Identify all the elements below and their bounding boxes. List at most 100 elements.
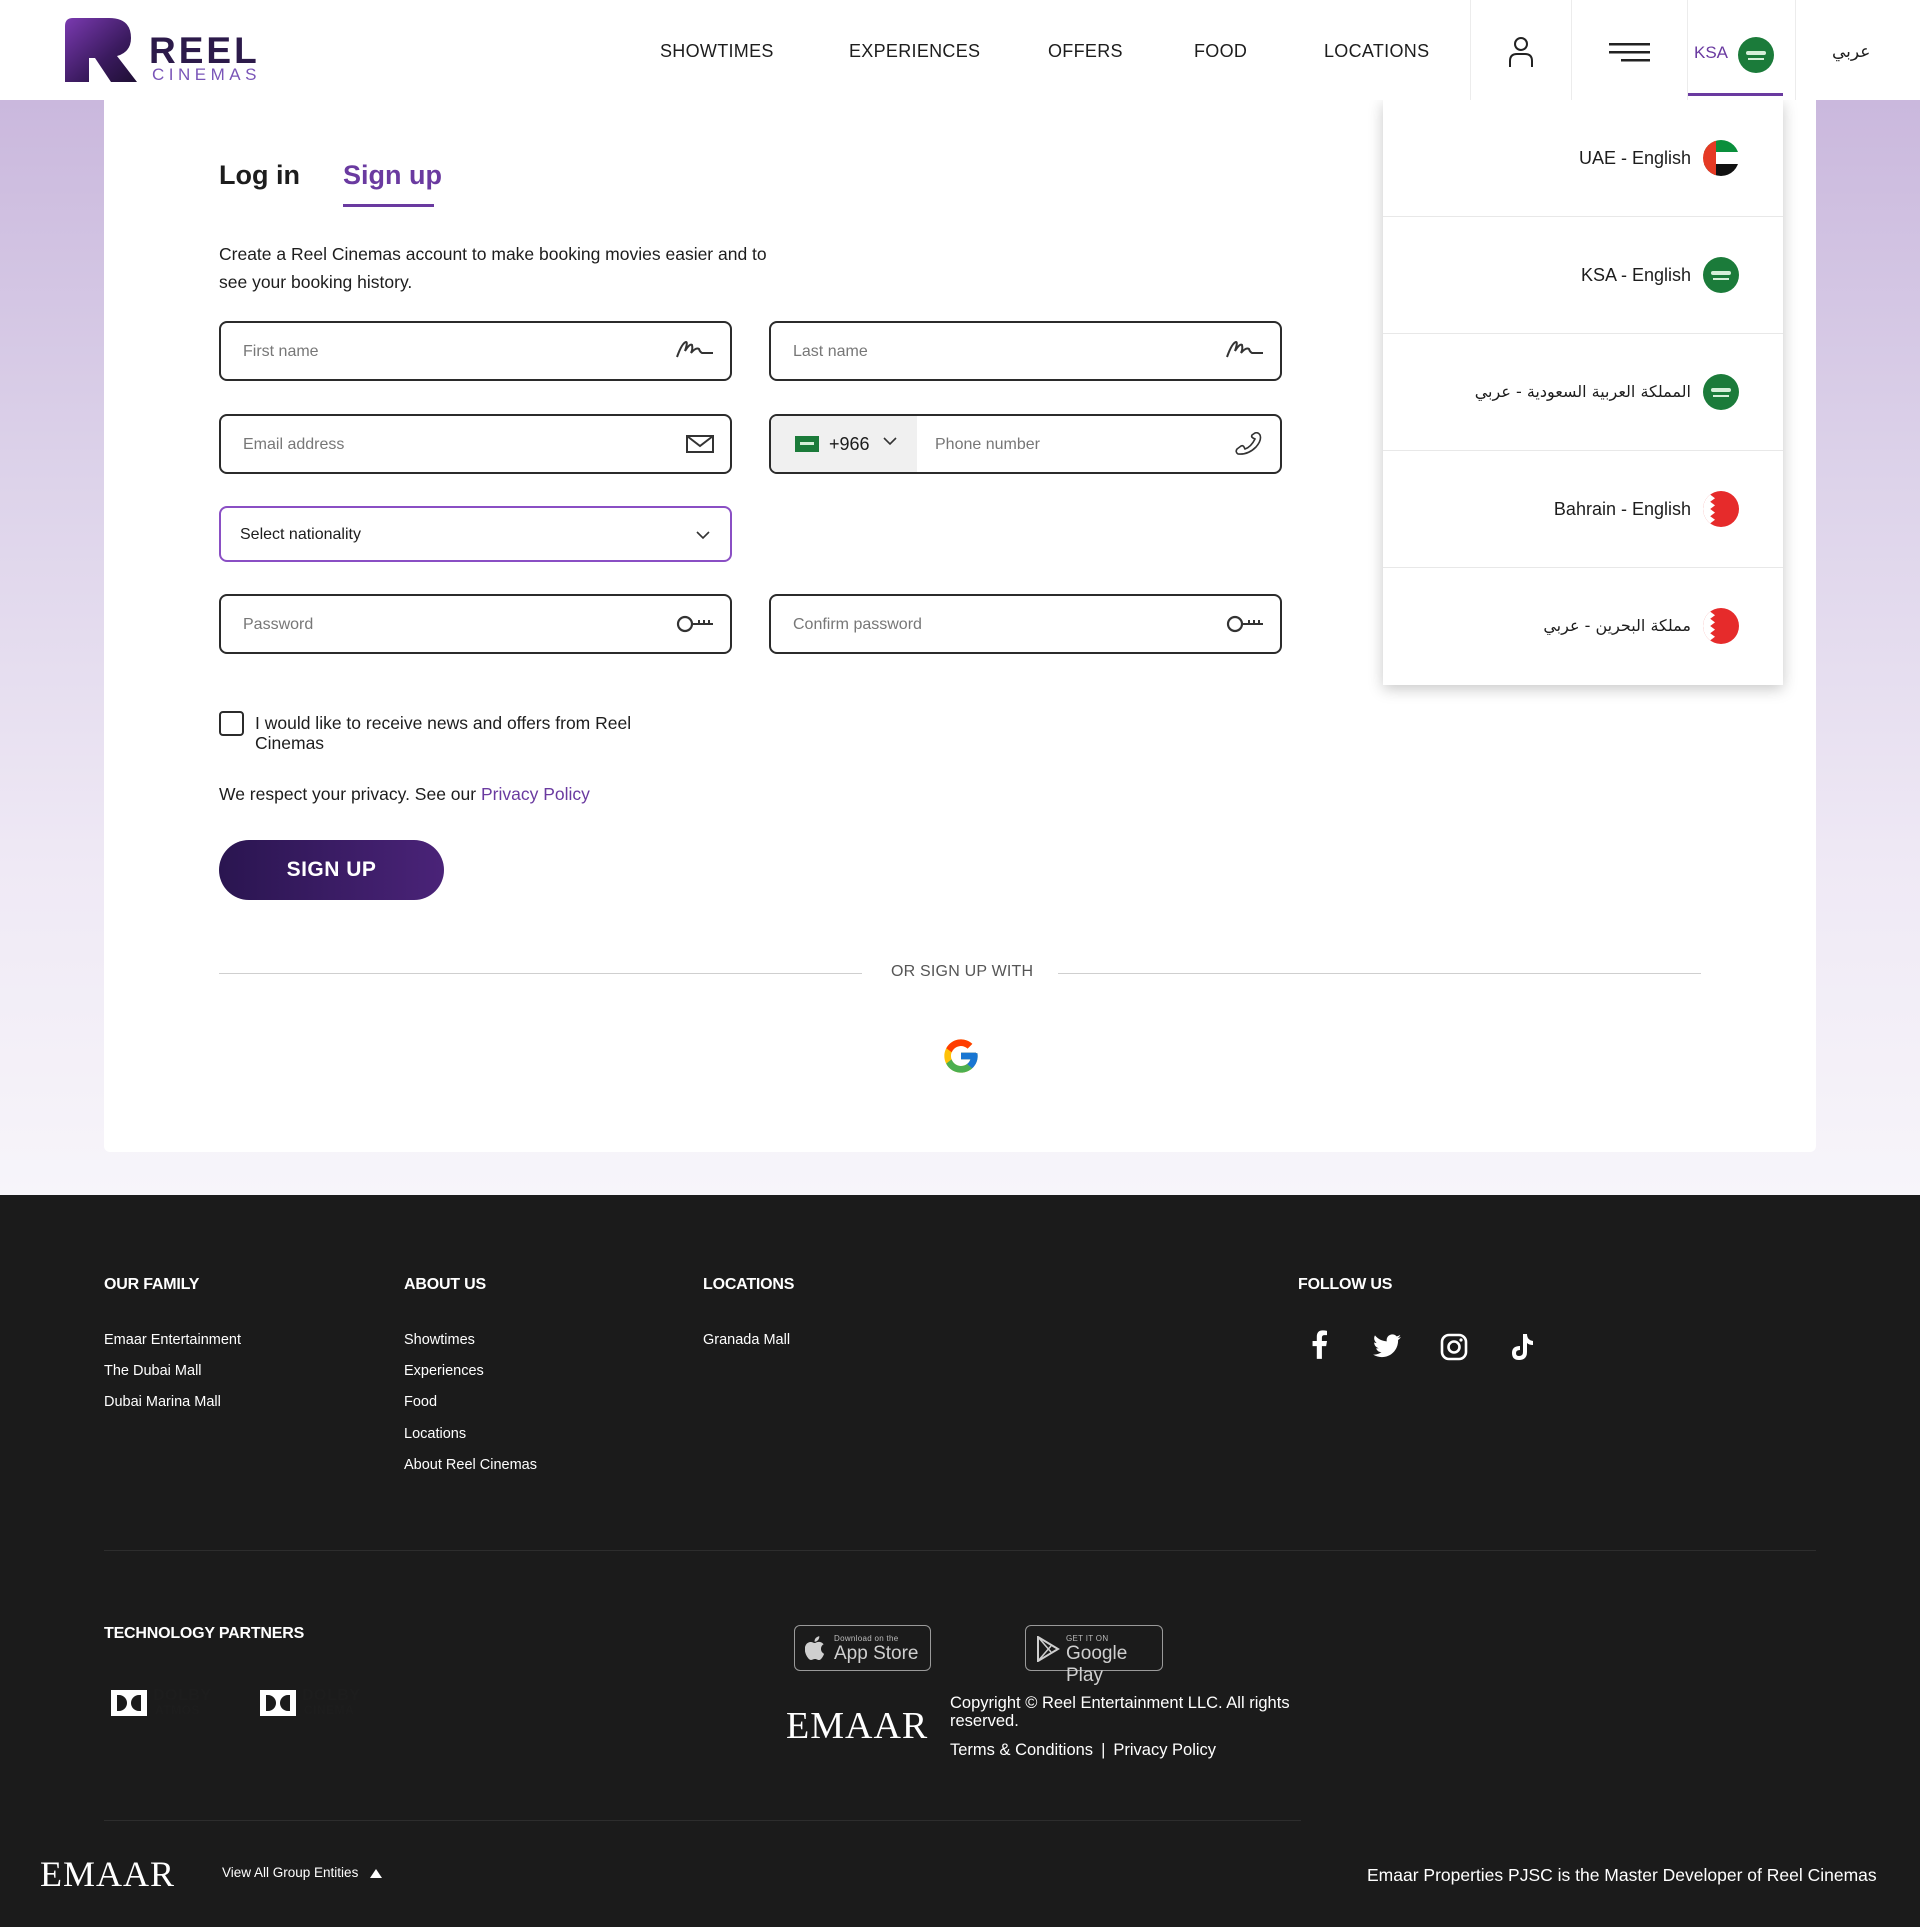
footer-link[interactable]: Food <box>404 1394 437 1410</box>
footer-link[interactable]: Dubai Marina Mall <box>104 1394 221 1410</box>
app-store-badge[interactable]: Download on the App Store <box>794 1625 931 1671</box>
last-name-field[interactable]: Last name <box>769 321 1282 381</box>
tab-login[interactable]: Log in <box>219 160 300 191</box>
first-name-field[interactable]: First name <box>219 321 732 381</box>
country-code-selector[interactable]: +966 <box>771 416 917 472</box>
signature-icon <box>1226 340 1263 358</box>
nav-experiences[interactable]: EXPERIENCES <box>849 41 980 62</box>
view-all-group-entities[interactable]: View All Group Entities <box>222 1865 383 1880</box>
master-developer-text: Emaar Properties PJSC is the Master Deve… <box>1367 1865 1877 1885</box>
tiktok-icon[interactable] <box>1510 1333 1534 1361</box>
region-option-label: UAE - English <box>1578 148 1691 168</box>
google-play-small-text: GET IT ON <box>1066 1634 1109 1643</box>
footer-link[interactable]: Showtimes <box>404 1332 475 1348</box>
nav-locations[interactable]: LOCATIONS <box>1324 41 1429 62</box>
saudi-flag-icon <box>1703 257 1739 293</box>
country-code: +966 <box>829 434 870 454</box>
logo-wordmark: REEL <box>149 30 260 71</box>
apple-icon <box>805 1636 825 1660</box>
emaar-group-logo[interactable]: EMAAR <box>40 1853 175 1895</box>
key-icon <box>1226 615 1263 633</box>
nav-offers[interactable]: OFFERS <box>1048 41 1123 62</box>
header-divider <box>1571 0 1572 100</box>
footer-link[interactable]: Experiences <box>404 1363 484 1379</box>
footer-heading-locations: LOCATIONS <box>703 1276 795 1293</box>
legal-separator: | <box>1101 1741 1106 1759</box>
first-name-placeholder: First name <box>243 343 319 360</box>
footer-link[interactable]: The Dubai Mall <box>104 1363 202 1379</box>
dolby-double-d-icon <box>111 1690 147 1716</box>
region-option-uae-english[interactable]: UAE - English <box>1383 100 1783 217</box>
email-placeholder: Email address <box>243 436 345 453</box>
divider-line <box>219 973 862 974</box>
nav-food[interactable]: FOOD <box>1194 41 1247 62</box>
bahrain-flag-icon <box>1703 608 1739 644</box>
user-account-icon[interactable] <box>1507 36 1535 68</box>
region-dropdown: UAE - English KSA - English المملكة العر… <box>1383 100 1783 685</box>
logo-subtitle: CINEMAS <box>152 65 261 84</box>
hamburger-menu-icon[interactable] <box>1609 43 1650 63</box>
footer-link[interactable]: Granada Mall <box>703 1332 790 1348</box>
emaar-logo[interactable]: EMAAR <box>786 1704 928 1748</box>
header-divider <box>1470 0 1471 100</box>
uae-flag-icon <box>1703 140 1739 176</box>
site-footer <box>0 1195 1920 1927</box>
phone-field[interactable]: +966 Phone number <box>769 414 1282 474</box>
privacy-policy-link[interactable]: Privacy Policy <box>481 784 590 804</box>
region-option-label: المملكة العربية السعودية - عربي <box>1474 382 1691 401</box>
triangle-up-icon <box>370 1868 383 1878</box>
dolby-double-d-icon <box>260 1690 296 1716</box>
google-signin-icon[interactable] <box>941 1036 981 1076</box>
app-store-big-text: App Store <box>834 1643 919 1664</box>
password-placeholder: Password <box>243 616 314 633</box>
password-field[interactable]: Password <box>219 594 732 654</box>
chevron-down-icon <box>883 437 897 446</box>
reel-cinemas-logo[interactable]: REEL CINEMAS <box>65 18 265 84</box>
footer-link[interactable]: Emaar Entertainment <box>104 1332 241 1348</box>
saudi-flag-icon <box>795 436 819 452</box>
region-label: KSA <box>1694 43 1729 62</box>
region-option-ksa-arabic[interactable]: المملكة العربية السعودية - عربي <box>1383 334 1783 451</box>
nationality-placeholder: Select nationality <box>240 526 361 543</box>
dolby-atmos-logo: DOLBY ATMOS <box>111 1688 221 1718</box>
footer-link[interactable]: Locations <box>404 1426 466 1442</box>
signup-button[interactable]: SIGN UP <box>219 840 444 900</box>
footer-link[interactable]: About Reel Cinemas <box>404 1457 537 1473</box>
bahrain-flag-icon <box>1703 491 1739 527</box>
google-play-big-text: Google Play <box>1066 1643 1128 1686</box>
region-option-label: مملكة البحرين - عربي <box>1543 616 1691 635</box>
google-play-badge[interactable]: GET IT ON Google Play <box>1025 1625 1163 1686</box>
divider-line <box>1058 973 1701 974</box>
terms-link[interactable]: Terms & Conditions <box>950 1741 1093 1759</box>
email-field[interactable]: Email address <box>219 414 732 474</box>
newsletter-label: I would like to receive news and offers … <box>255 713 632 753</box>
arabic-language-link[interactable]: عربي <box>1832 42 1870 62</box>
footer-privacy-link[interactable]: Privacy Policy <box>1113 1741 1216 1759</box>
region-selector[interactable]: KSA <box>1688 0 1783 96</box>
nav-showtimes[interactable]: SHOWTIMES <box>660 41 774 62</box>
tab-signup[interactable]: Sign up <box>343 160 442 191</box>
footer-heading-our-family: OUR FAMILY <box>104 1276 200 1293</box>
chevron-down-icon <box>696 531 710 540</box>
confirm-password-field[interactable]: Confirm password <box>769 594 1282 654</box>
footer-divider <box>104 1820 1301 1821</box>
nationality-select[interactable]: Select nationality <box>219 506 732 562</box>
region-option-bahrain-english[interactable]: Bahrain - English <box>1383 451 1783 568</box>
instagram-icon[interactable] <box>1440 1333 1468 1361</box>
privacy-note: We respect your privacy. See our Privacy… <box>219 784 590 805</box>
twitter-icon[interactable] <box>1373 1334 1401 1358</box>
signup-intro-text: Create a Reel Cinemas account to make bo… <box>219 244 767 292</box>
newsletter-checkbox[interactable] <box>219 711 244 736</box>
legal-links: Terms & Conditions | Privacy Policy <box>950 1741 1216 1760</box>
region-option-ksa-english[interactable]: KSA - English <box>1383 217 1783 334</box>
signature-icon <box>676 340 713 358</box>
privacy-text: We respect your privacy. See our <box>219 784 481 804</box>
reel-logo-mark-icon <box>65 18 137 82</box>
footer-heading-tech-partners: TECHNOLOGY PARTNERS <box>104 1625 305 1642</box>
region-option-bahrain-arabic[interactable]: مملكة البحرين - عربي <box>1383 568 1783 685</box>
facebook-icon[interactable] <box>1310 1330 1332 1364</box>
footer-heading-follow-us: FOLLOW US <box>1298 1276 1393 1293</box>
footer-divider <box>104 1550 1816 1551</box>
footer-heading-about-us: ABOUT US <box>404 1276 486 1293</box>
key-icon <box>676 615 713 633</box>
